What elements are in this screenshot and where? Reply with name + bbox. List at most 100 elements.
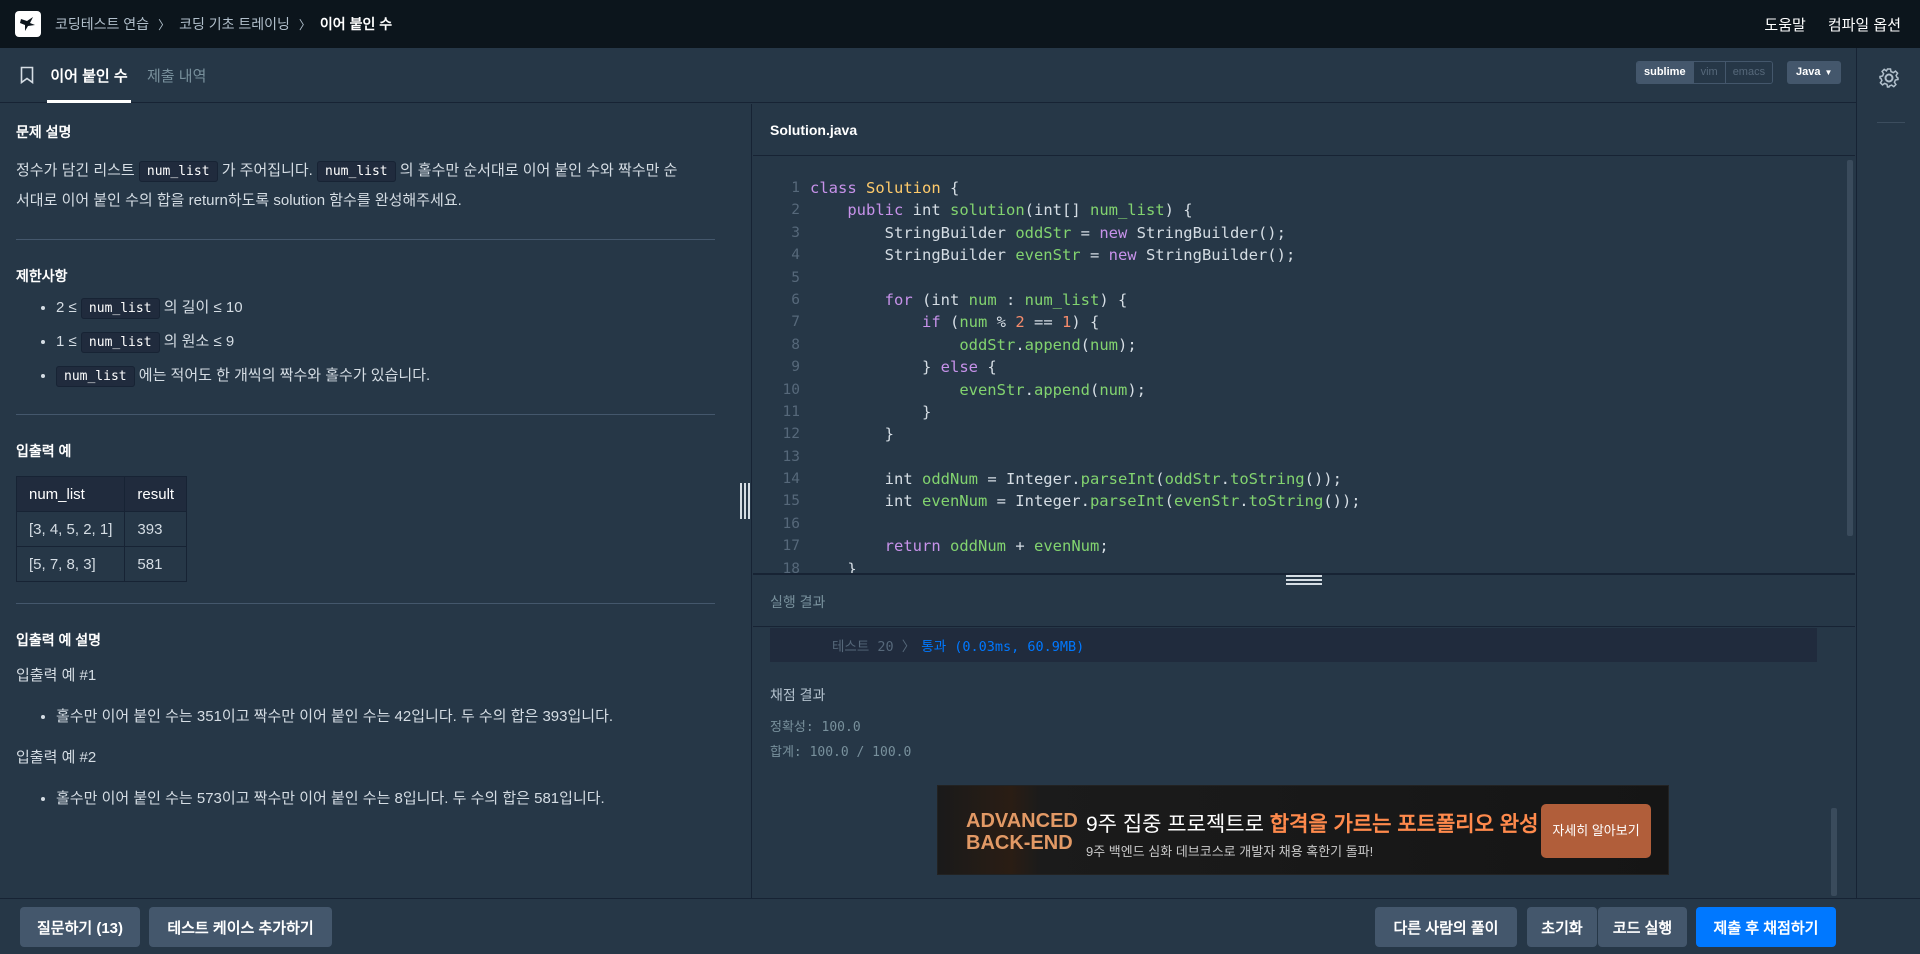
ad-learn-more-button[interactable]: 자세히 알아보기	[1541, 804, 1651, 858]
tab-submissions[interactable]: 제출 내역	[147, 48, 206, 103]
line-number: 8	[791, 336, 800, 353]
code-line: 12 }	[753, 423, 1361, 445]
settings-column	[1856, 48, 1920, 954]
list-item: 홀수만 이어 붙인 수는 351이고 짝수만 이어 붙인 수는 42입니다. 두…	[56, 705, 613, 726]
breadcrumb: 코딩테스트 연습 〉 코딩 기초 트레이닝 〉 이어 붙인 수	[55, 14, 392, 34]
chevron-right-icon: 〉	[298, 17, 311, 32]
line-number: 3	[791, 224, 800, 241]
question-button[interactable]: 질문하기 (13)	[20, 907, 140, 947]
code-line: 11 }	[753, 401, 1361, 423]
submit-button[interactable]: 제출 후 채점하기	[1696, 907, 1836, 947]
line-number: 18	[782, 560, 800, 573]
language-select[interactable]: Java ▼	[1787, 61, 1842, 84]
code-line: 2 public int solution (int[] num_list) {	[753, 199, 1361, 221]
editor-filename: Solution.java	[753, 104, 1855, 156]
problem-panel: 문제 설명 정수가 담긴 리스트 num_list 가 주어집니다. num_l…	[0, 104, 752, 898]
result-scrollbar[interactable]	[1831, 808, 1837, 896]
mode-emacs[interactable]: emacs	[1724, 62, 1773, 83]
code-line: 15 int evenNum = Integer. parseInt(evenSt…	[753, 490, 1361, 512]
code-line: 3 StringBuilder oddStr = new StringBuild…	[753, 222, 1361, 244]
table-header: num_list	[15, 476, 126, 512]
horizontal-resize-handle[interactable]	[1286, 575, 1322, 585]
code-line: 6 for (int num : num_list) {	[753, 289, 1361, 311]
divider	[16, 239, 715, 240]
table-cell: 393	[124, 511, 188, 547]
add-testcase-button[interactable]: 테스트 케이스 추가하기	[149, 907, 332, 947]
table-header-row: num_list result	[15, 476, 188, 512]
vertical-resize-handle[interactable]	[740, 483, 750, 519]
table-row: [3, 4, 5, 2, 1] 393	[15, 511, 188, 547]
code-line: 8 oddStr. append(num);	[753, 334, 1361, 356]
reset-button[interactable]: 초기화	[1527, 907, 1597, 947]
programmers-logo-icon[interactable]	[15, 11, 41, 37]
bookmark-icon[interactable]	[20, 66, 34, 84]
example-2-list: 홀수만 이어 붙인 수는 573이고 짝수만 이어 붙인 수는 8입니다. 두 …	[56, 787, 605, 821]
line-number: 15	[782, 493, 800, 510]
section-title-constraints: 제한사항	[16, 268, 68, 284]
help-link[interactable]: 도움말	[1764, 14, 1805, 35]
gear-icon[interactable]	[1879, 68, 1899, 88]
code-line: 17 return oddNum + evenNum;	[753, 535, 1361, 557]
code-line: 7 if (num % 2 == 1) {	[753, 311, 1361, 333]
code-line: 5	[753, 267, 1361, 289]
list-text: 의 길이 ≤ 10	[159, 299, 243, 316]
table-cell: 581	[124, 546, 188, 582]
line-number: 1	[791, 180, 800, 196]
line-number: 17	[782, 538, 800, 555]
breadcrumb-basic-training[interactable]: 코딩 기초 트레이닝	[179, 14, 290, 34]
ad-brand-line: ADVANCED	[966, 810, 1078, 832]
editor-scrollbar[interactable]	[1847, 160, 1853, 536]
score-title: 채점 결과	[770, 687, 826, 703]
test-label: 테스트 20 〉	[832, 639, 916, 655]
list-item: 홀수만 이어 붙인 수는 573이고 짝수만 이어 붙인 수는 8입니다. 두 …	[56, 787, 605, 808]
desc-text: 정수가 담긴 리스트	[16, 162, 139, 179]
list-text: 1 ≤	[56, 333, 81, 350]
code-line: 14 int oddNum = Integer. parseInt(oddStr.…	[753, 468, 1361, 490]
compile-options-link[interactable]: 컴파일 옵션	[1828, 14, 1901, 35]
line-number: 4	[791, 247, 800, 264]
line-number: 9	[791, 359, 800, 376]
line-number: 6	[791, 291, 800, 308]
mode-sublime[interactable]: sublime	[1637, 62, 1693, 83]
list-text: 에는 적어도 한 개씩의 짝수와 홀수가 있습니다.	[134, 367, 431, 384]
caret-down-icon: ▼	[1824, 68, 1833, 77]
accuracy-score: 정확성: 100.0	[770, 720, 861, 735]
bottom-bar: 질문하기 (13) 테스트 케이스 추가하기 다른 사람의 풀이 초기화 코드 …	[0, 898, 1920, 954]
editor-mode-switch: sublime vim emacs	[1636, 61, 1774, 84]
line-number: 13	[782, 448, 800, 465]
others-solution-button[interactable]: 다른 사람의 풀이	[1375, 907, 1517, 947]
example-1-list: 홀수만 이어 붙인 수는 351이고 짝수만 이어 붙인 수는 42입니다. 두…	[56, 705, 613, 739]
ad-headline: 9주 집중 프로젝트로 합격을 가르는 포트폴리오 완성	[1086, 808, 1538, 838]
code-line: 1 class Solution {	[753, 177, 1361, 199]
inline-code: num_list	[80, 298, 160, 319]
language-label: Java	[1796, 66, 1821, 78]
ad-banner[interactable]: ADVANCED BACK-END 9주 집중 프로젝트로 합격을 가르는 포트…	[937, 785, 1669, 875]
ad-headline-highlight: 합격을 가르는 포트폴리오 완성	[1269, 813, 1539, 836]
problem-description: 정수가 담긴 리스트 num_list 가 주어집니다. num_list 의 …	[16, 156, 716, 215]
run-code-button[interactable]: 코드 실행	[1598, 907, 1687, 947]
code-line: 13	[753, 446, 1361, 468]
inline-code: num_list	[80, 332, 160, 353]
line-number: 5	[791, 269, 800, 286]
line-number: 14	[782, 471, 800, 488]
breadcrumb-current-problem: 이어 붙인 수	[319, 16, 393, 32]
tab-problem[interactable]: 이어 붙인 수	[47, 48, 131, 103]
test-pass-status: 통과 (0.03ms, 60.9MB)	[921, 639, 1085, 655]
result-title: 실행 결과	[753, 585, 1855, 627]
table-header: result	[124, 476, 188, 512]
list-text: 의 원소 ≤ 9	[159, 333, 235, 350]
code-editor[interactable]: 1 class Solution { 2 public int solution(…	[753, 157, 1855, 573]
code-line: 10 evenStr. append(num);	[753, 379, 1361, 401]
example-1-title: 입출력 예 #1	[16, 667, 97, 684]
breadcrumb-coding-test[interactable]: 코딩테스트 연습	[55, 14, 149, 34]
mode-vim[interactable]: vim	[1692, 62, 1725, 83]
code-line: 18 }	[753, 558, 1361, 573]
divider	[16, 603, 715, 604]
section-title-io: 입출력 예	[16, 443, 72, 459]
test-result-row: 테스트 20 〉 통과 (0.03ms, 60.9MB)	[770, 628, 1817, 662]
line-number: 7	[791, 314, 800, 331]
ad-subtext: 9주 백엔드 심화 데브코스로 개발자 채용 혹한기 돌파!	[1086, 844, 1374, 859]
table-cell: [5, 7, 8, 3]	[15, 546, 126, 582]
line-number: 12	[782, 426, 800, 443]
io-table: num_list result [3, 4, 5, 2, 1] 393 [5, …	[15, 476, 188, 582]
